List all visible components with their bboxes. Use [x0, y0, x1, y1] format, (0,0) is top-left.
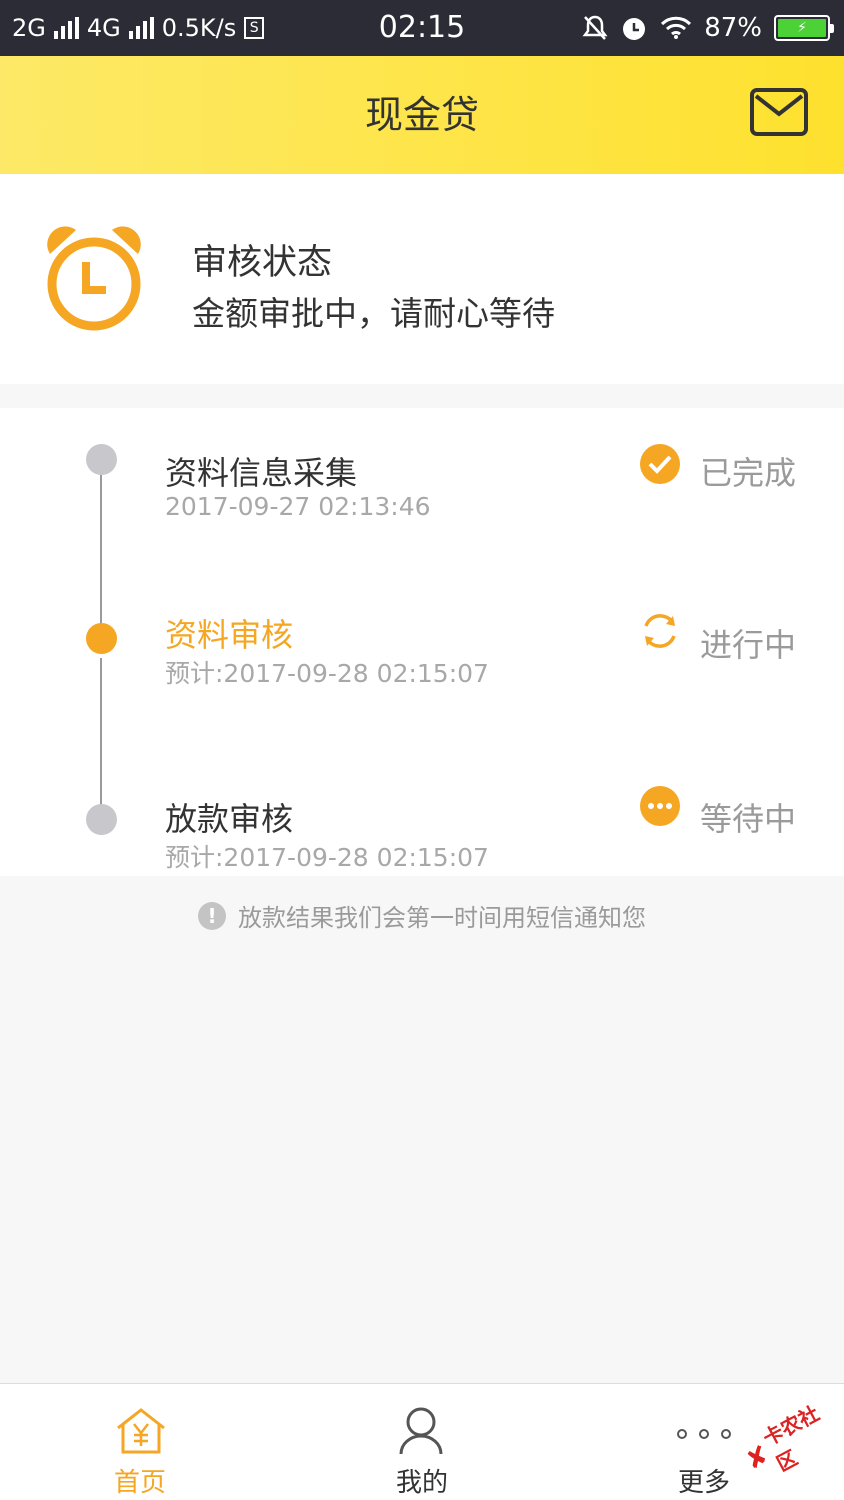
tab-label: 我的	[395, 1468, 448, 1498]
timeline-dot-active	[86, 623, 117, 654]
info-icon: !	[198, 901, 226, 930]
more-circle-icon	[640, 786, 680, 826]
step-name: 放款审核	[165, 800, 294, 838]
timeline-dot-done	[86, 444, 117, 475]
alarm-icon	[623, 18, 646, 40]
refresh-icon	[644, 614, 676, 648]
tab-home[interactable]: 首页	[70, 1384, 210, 1500]
app-header: 现金贷	[0, 56, 844, 174]
more-dots-icon	[677, 1429, 731, 1439]
status-bar-right: 87% ⚡	[582, 0, 834, 56]
page-title: 现金贷	[364, 93, 479, 137]
tab-label: 首页	[113, 1468, 166, 1498]
step-state: 进行中	[700, 626, 797, 664]
step-time: 预计:2017-09-28 02:15:07	[165, 843, 489, 872]
battery-icon: ⚡	[774, 15, 834, 41]
notice-text: 放款结果我们会第一时间用短信通知您	[238, 904, 646, 932]
timeline-connector	[100, 658, 102, 808]
user-icon	[399, 1407, 443, 1455]
step-name: 资料审核	[165, 616, 294, 654]
review-status-desc: 金额审批中，请耐心等待	[192, 294, 555, 333]
step-name: 资料信息采集	[165, 454, 358, 492]
progress-timeline: 资料信息采集 2017-09-27 02:13:46 已完成 资料审核 预计:2…	[0, 408, 844, 876]
status-bar: 2G 4G 0.5K/s S 02:15 87% ⚡	[0, 0, 844, 56]
home-yuan-icon	[117, 1408, 165, 1454]
step-time: 2017-09-27 02:13:46	[165, 492, 431, 521]
timeline-connector	[100, 460, 102, 640]
wifi-icon	[661, 16, 692, 39]
tab-mine[interactable]: 我的	[352, 1384, 492, 1500]
bell-muted-icon	[582, 15, 608, 40]
alarm-clock-icon	[47, 226, 141, 331]
sms-notice: ! 放款结果我们会第一时间用短信通知您	[0, 898, 844, 933]
mail-icon[interactable]	[750, 88, 808, 136]
review-status-title: 审核状态	[192, 243, 333, 283]
step-state: 已完成	[700, 454, 797, 492]
step-state: 等待中	[700, 800, 797, 838]
check-circle-icon	[640, 444, 680, 484]
timeline-dot-pending	[86, 804, 117, 835]
review-status-card: 审核状态 金额审批中，请耐心等待	[0, 174, 844, 384]
bottom-tab-bar: 首页 我的 更多	[0, 1383, 844, 1500]
step-time: 预计:2017-09-28 02:15:07	[165, 659, 489, 688]
battery-percent: 87%	[704, 13, 762, 43]
